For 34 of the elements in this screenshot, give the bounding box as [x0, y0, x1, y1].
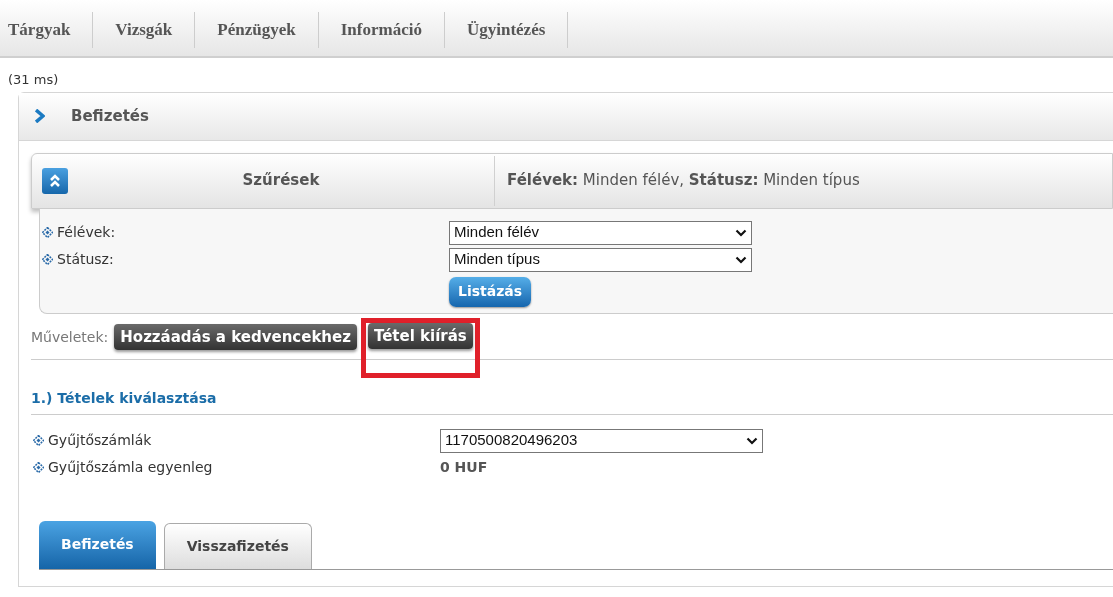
actions-label: Műveletek: [31, 327, 109, 347]
chevron-icon [35, 109, 45, 123]
panel-title: Befizetés [71, 105, 149, 127]
filter-title: Szűrések [241, 170, 321, 192]
diamond-bullet-icon [33, 435, 44, 446]
caret-down-icon [735, 255, 747, 264]
diamond-bullet-icon [42, 227, 53, 238]
menu-item[interactable]: Vizsgák [93, 12, 196, 48]
dropdown-field[interactable]: Minden félév [449, 220, 752, 245]
field-label: Gyűjtőszámla egyenleg [48, 457, 213, 477]
list-button[interactable]: Listázás [449, 276, 532, 307]
caret-down-icon [746, 436, 758, 445]
menu-item[interactable]: Tárgyak [8, 12, 94, 48]
menu-item[interactable]: Információ [318, 12, 445, 48]
double-chevron-up-icon [49, 173, 61, 188]
diamond-bullet-icon [33, 461, 44, 473]
balance-value: 0 HUF [440, 457, 488, 477]
dropdown-field[interactable]: Minden típus [449, 247, 752, 272]
diamond-bullet-icon [42, 254, 53, 265]
action-button[interactable]: Tétel kiírás [367, 323, 473, 349]
tab[interactable]: Visszafizetés [163, 522, 312, 569]
menu-item[interactable]: Pénzügyek [195, 12, 319, 48]
menu-item[interactable]: Ügyintézés [444, 12, 569, 48]
collapse-button[interactable] [42, 167, 68, 194]
action-button[interactable]: Hozzáadás a kedvencekhez [114, 324, 357, 350]
filter-summary: Félévek: Minden félév, Státusz: Minden típus [506, 170, 860, 192]
field-label: Félévek: [57, 223, 116, 242]
tab[interactable]: Befizetés [39, 520, 156, 569]
caret-down-icon [735, 228, 747, 237]
dropdown-field[interactable]: 1170500820496203 [440, 428, 763, 453]
field-label: Gyűjtőszámlák [48, 431, 152, 450]
load-time-text: (31 ms) [8, 72, 59, 87]
field-label: Státusz: [57, 250, 114, 269]
section-title: 1.) Tételek kiválasztása [31, 389, 217, 406]
